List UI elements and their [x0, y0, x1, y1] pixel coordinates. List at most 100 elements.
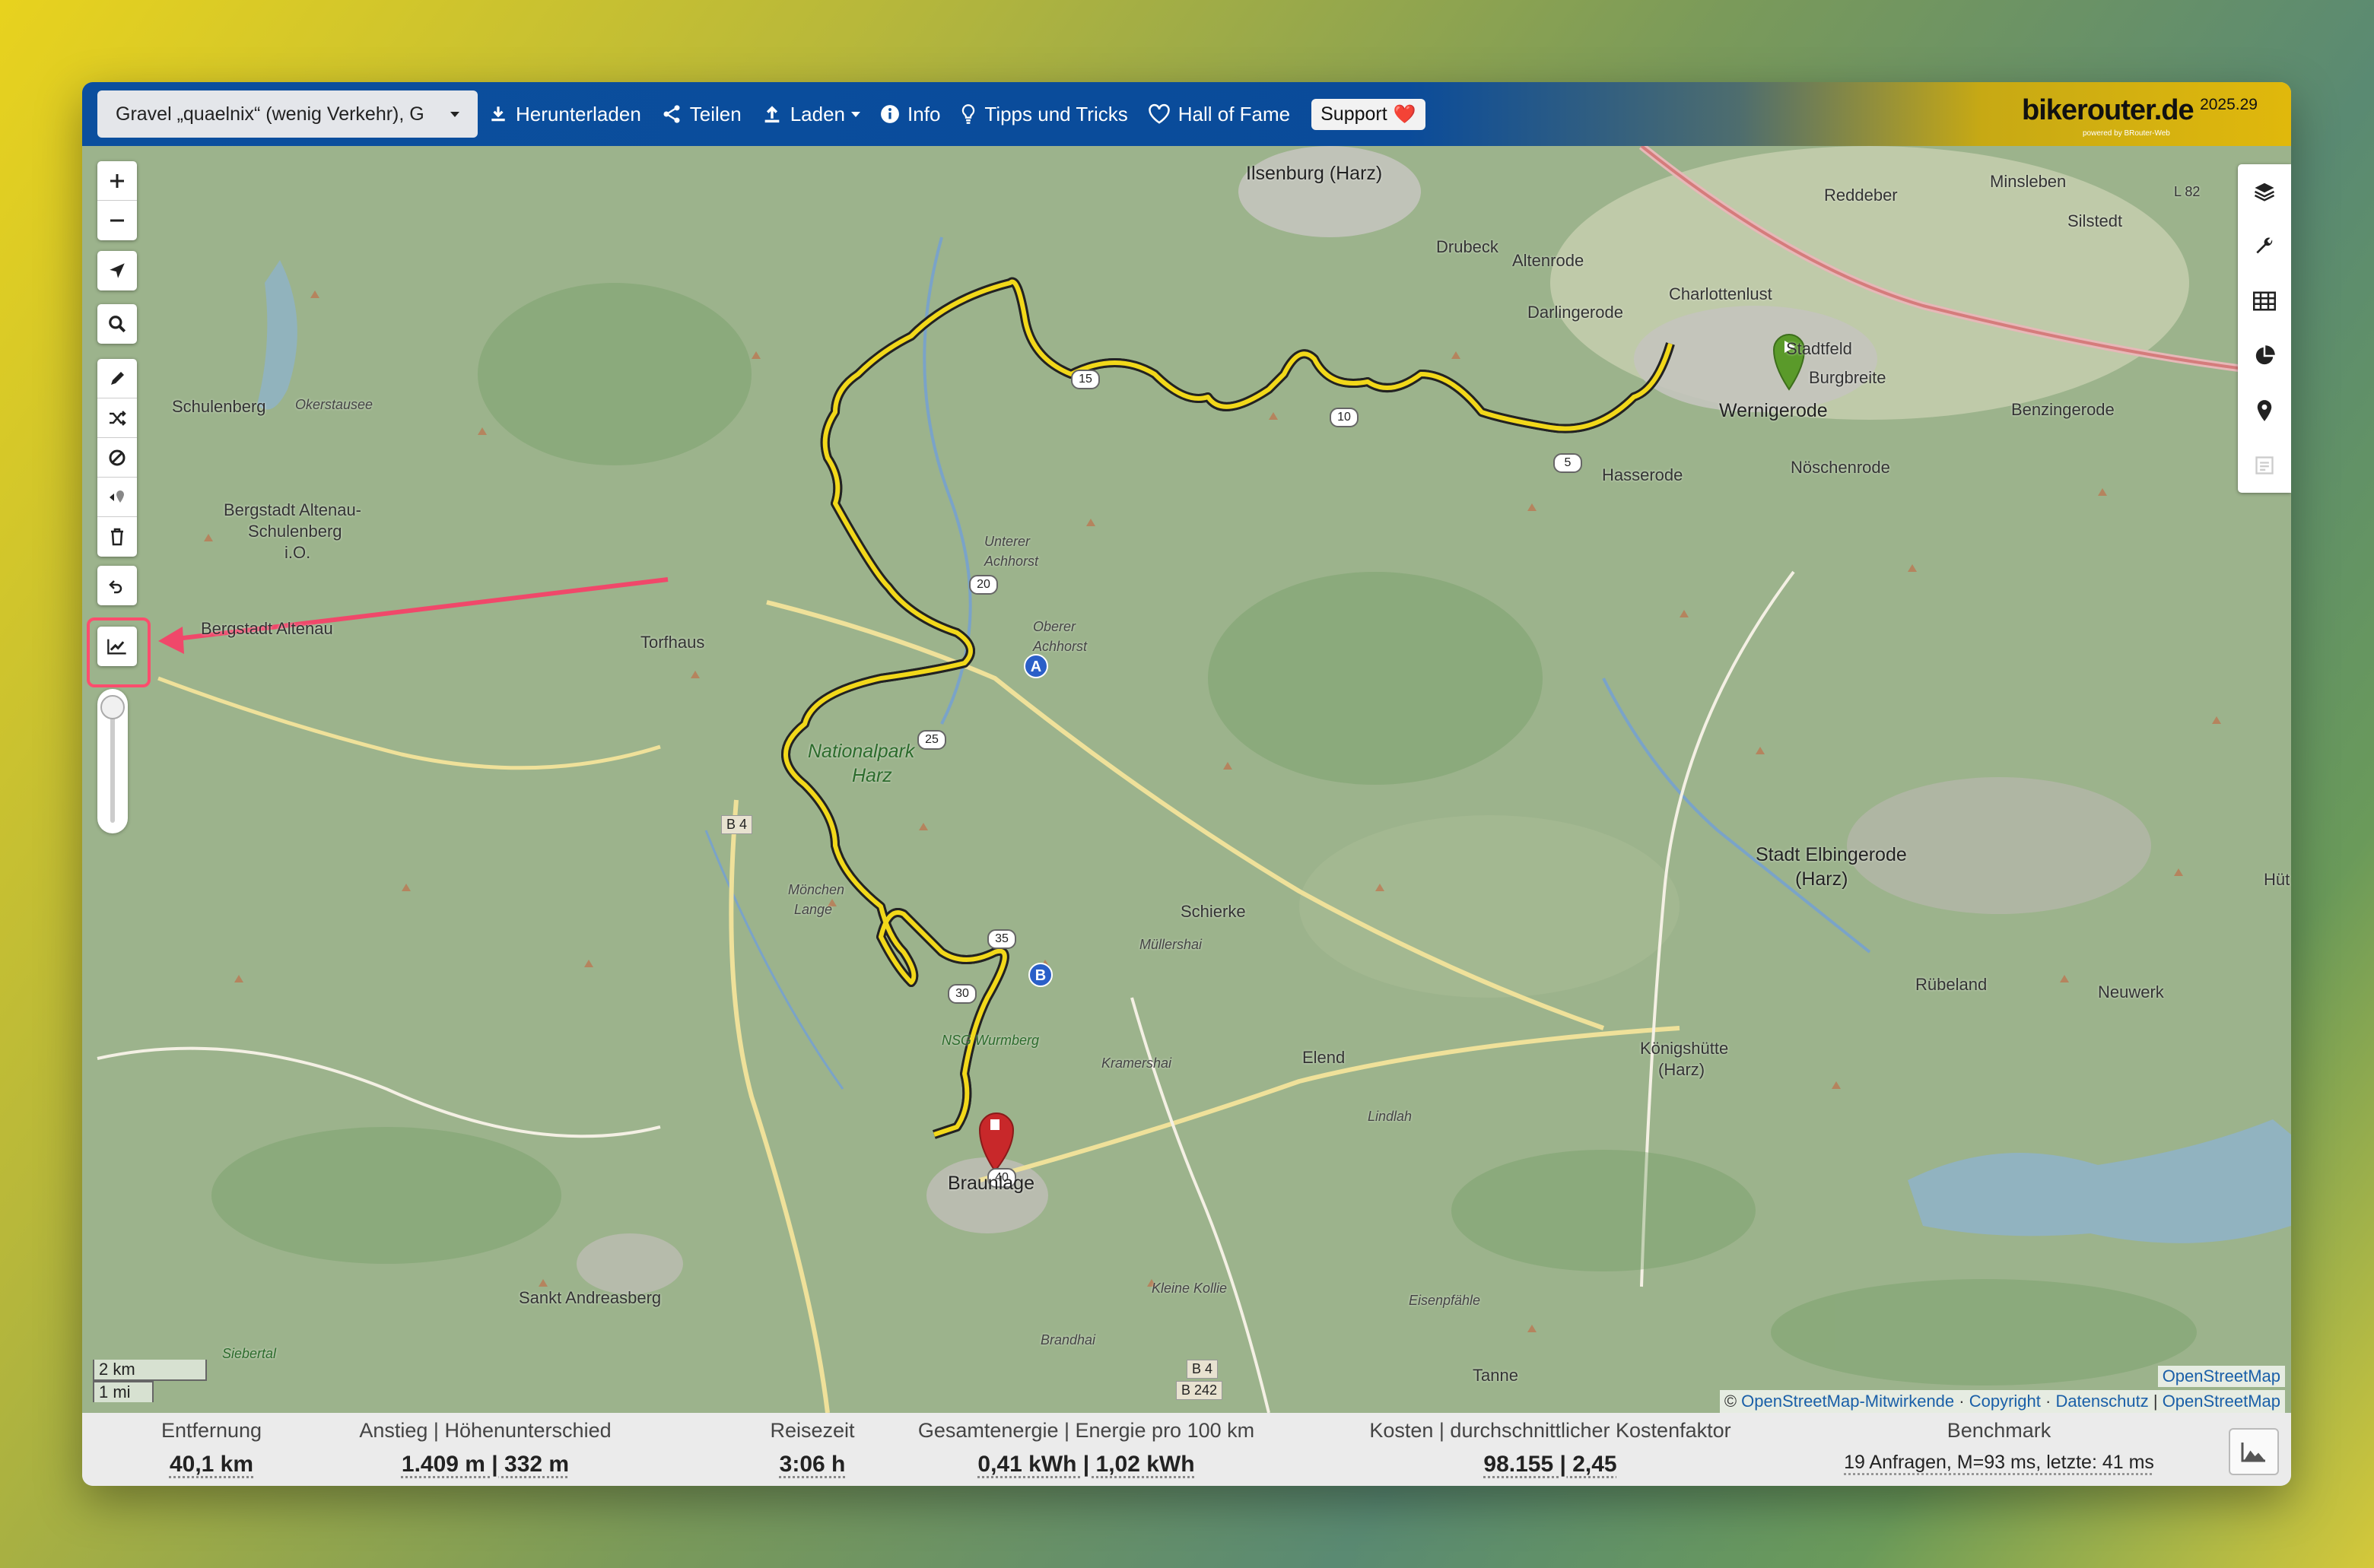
place-label: Müllershai: [1139, 937, 1203, 952]
delete-route-button[interactable]: [97, 517, 137, 557]
place-label: Ilsenburg (Harz): [1246, 163, 1383, 184]
scale-mi: 1 mi: [93, 1381, 154, 1402]
km-marker: 5: [1553, 453, 1582, 473]
poi-list-button[interactable]: [2238, 383, 2291, 438]
place-label: Königshütte: [1640, 1039, 1729, 1058]
stat-label: Entfernung: [160, 1419, 262, 1442]
undo-button[interactable]: [97, 566, 137, 605]
place-label: Braunlage: [948, 1173, 1034, 1194]
locate-button[interactable]: [97, 251, 137, 290]
no-entry-icon: [109, 449, 126, 465]
stat-ascent: Anstieg | Höhenunterschied 1.409 m | 332…: [341, 1419, 630, 1478]
profile-select-label: Gravel „quaelnix“ (wenig Verkehr), G: [116, 103, 424, 125]
privacy-link[interactable]: Datenschutz: [2055, 1392, 2148, 1411]
place-label: Kleine Kollie: [1152, 1281, 1228, 1296]
support-button[interactable]: Support ❤️: [1311, 98, 1425, 130]
place-label: Reddeber: [1824, 186, 1898, 205]
place-label: Harz: [852, 765, 892, 786]
no-go-area-button[interactable]: [97, 438, 137, 478]
app-window: Gravel „quaelnix“ (wenig Verkehr), G Her…: [82, 82, 2291, 1486]
navbar: Gravel „quaelnix“ (wenig Verkehr), G Her…: [82, 82, 2291, 146]
share-icon: [663, 105, 680, 123]
waypoint-a[interactable]: A: [1024, 654, 1048, 678]
place-label: Tanne: [1473, 1366, 1518, 1385]
load-menu[interactable]: Laden: [761, 103, 861, 126]
road-badge: B 4: [1187, 1360, 1219, 1379]
settings-button[interactable]: [2238, 219, 2291, 274]
place-label: Brandhai: [1041, 1332, 1096, 1347]
place-label: NSG Wurmberg: [942, 1033, 1040, 1048]
undo-icon: [109, 580, 122, 594]
download-icon: [491, 106, 505, 122]
place-label: Mönchen: [788, 882, 845, 897]
attribution-layer-label[interactable]: OpenStreetMap: [2157, 1366, 2285, 1387]
layers-icon: [2254, 183, 2275, 202]
pie-icon: [2255, 345, 2275, 365]
shuffle-icon: [110, 410, 126, 426]
place-label: Sankt Andreasberg: [519, 1288, 662, 1307]
upload-icon: [764, 106, 780, 123]
lightbulb-icon: [962, 104, 975, 124]
poi-button[interactable]: [97, 478, 137, 517]
download-menu[interactable]: Herunterladen: [488, 103, 641, 126]
zoom-in-button[interactable]: [97, 161, 137, 201]
opacity-slider[interactable]: [97, 689, 128, 833]
route-stats-bar: Entfernung 40,1 km Anstieg | Höhenunters…: [82, 1413, 2291, 1486]
place-label: Lange: [794, 902, 833, 917]
info-button[interactable]: Info: [880, 103, 940, 126]
search-button[interactable]: [97, 304, 137, 344]
zoom-out-button[interactable]: [97, 201, 137, 240]
heart-icon: [1148, 103, 1170, 124]
place-label: Achhorst: [984, 554, 1039, 569]
separator: ·: [2040, 1392, 2056, 1411]
info-icon: [881, 105, 899, 123]
draw-route-button[interactable]: [97, 359, 137, 398]
km-marker: 15: [1071, 370, 1100, 389]
brand-logo[interactable]: bikerouter.de powered by BRouter-Web 202…: [2022, 94, 2258, 140]
place-label: Achhorst: [1033, 639, 1088, 654]
profile-select[interactable]: Gravel „quaelnix“ (wenig Verkehr), G: [97, 90, 478, 138]
undo-control: [97, 566, 137, 605]
map-view[interactable]: 5 10 15 20 25 30 35 40 A B Ilsenburg (Ha…: [82, 146, 2291, 1413]
place-label: Eisenpfähle: [1409, 1293, 1481, 1308]
red-heart-icon: ❤️: [1393, 103, 1416, 125]
place-label: Stadtfeld: [1786, 339, 1852, 358]
km-marker: 35: [987, 929, 1016, 949]
place-label: Kramershai: [1101, 1055, 1172, 1071]
osm-contributors-link[interactable]: OpenStreetMap-Mitwirkende: [1741, 1392, 1954, 1411]
zoom-out-icon: [110, 219, 124, 222]
info-label: Info: [907, 102, 941, 125]
chevron-down-icon: [450, 111, 459, 117]
place-label: Wernigerode: [1719, 400, 1828, 421]
opacity-slider-handle[interactable]: [100, 695, 125, 719]
analysis-button[interactable]: [2238, 329, 2291, 383]
stat-label: Reisezeit: [770, 1419, 855, 1442]
table-button[interactable]: [2238, 274, 2291, 329]
layers-button[interactable]: [2238, 164, 2291, 219]
place-label: Schulenberg: [248, 522, 342, 541]
km-marker: 20: [969, 575, 998, 595]
attribution-prefix: ©: [1724, 1392, 1742, 1411]
place-label: Darlingerode: [1527, 303, 1623, 322]
copyright-link[interactable]: Copyright: [1969, 1392, 2041, 1411]
support-label: Support: [1320, 103, 1387, 125]
place-label: Hüt: [2264, 870, 2290, 889]
tips-button[interactable]: Tipps und Tricks: [960, 102, 1128, 126]
place-label: Silstedt: [2067, 211, 2123, 230]
km-marker: 30: [948, 984, 977, 1004]
share-button[interactable]: Teilen: [661, 103, 742, 126]
waypoint-b[interactable]: B: [1028, 963, 1053, 987]
reverse-route-button[interactable]: [97, 398, 137, 438]
hall-of-fame-label: Hall of Fame: [1177, 102, 1291, 125]
search-icon: [109, 316, 126, 333]
chevron-down-icon: [851, 111, 861, 117]
stat-cost: Kosten | durchschnittlicher Kostenfaktor…: [1352, 1419, 1748, 1478]
hall-of-fame-button[interactable]: Hall of Fame: [1148, 103, 1290, 126]
elevation-profile-button[interactable]: [2229, 1428, 2279, 1475]
place-label: Okerstausee: [295, 397, 373, 412]
export-button[interactable]: [2238, 438, 2291, 493]
osm-layer-link[interactable]: OpenStreetMap: [2163, 1392, 2280, 1411]
stat-label: Anstieg | Höhenunterschied: [359, 1419, 612, 1442]
table-icon: [2253, 291, 2276, 311]
tips-label: Tipps und Tricks: [984, 102, 1128, 125]
